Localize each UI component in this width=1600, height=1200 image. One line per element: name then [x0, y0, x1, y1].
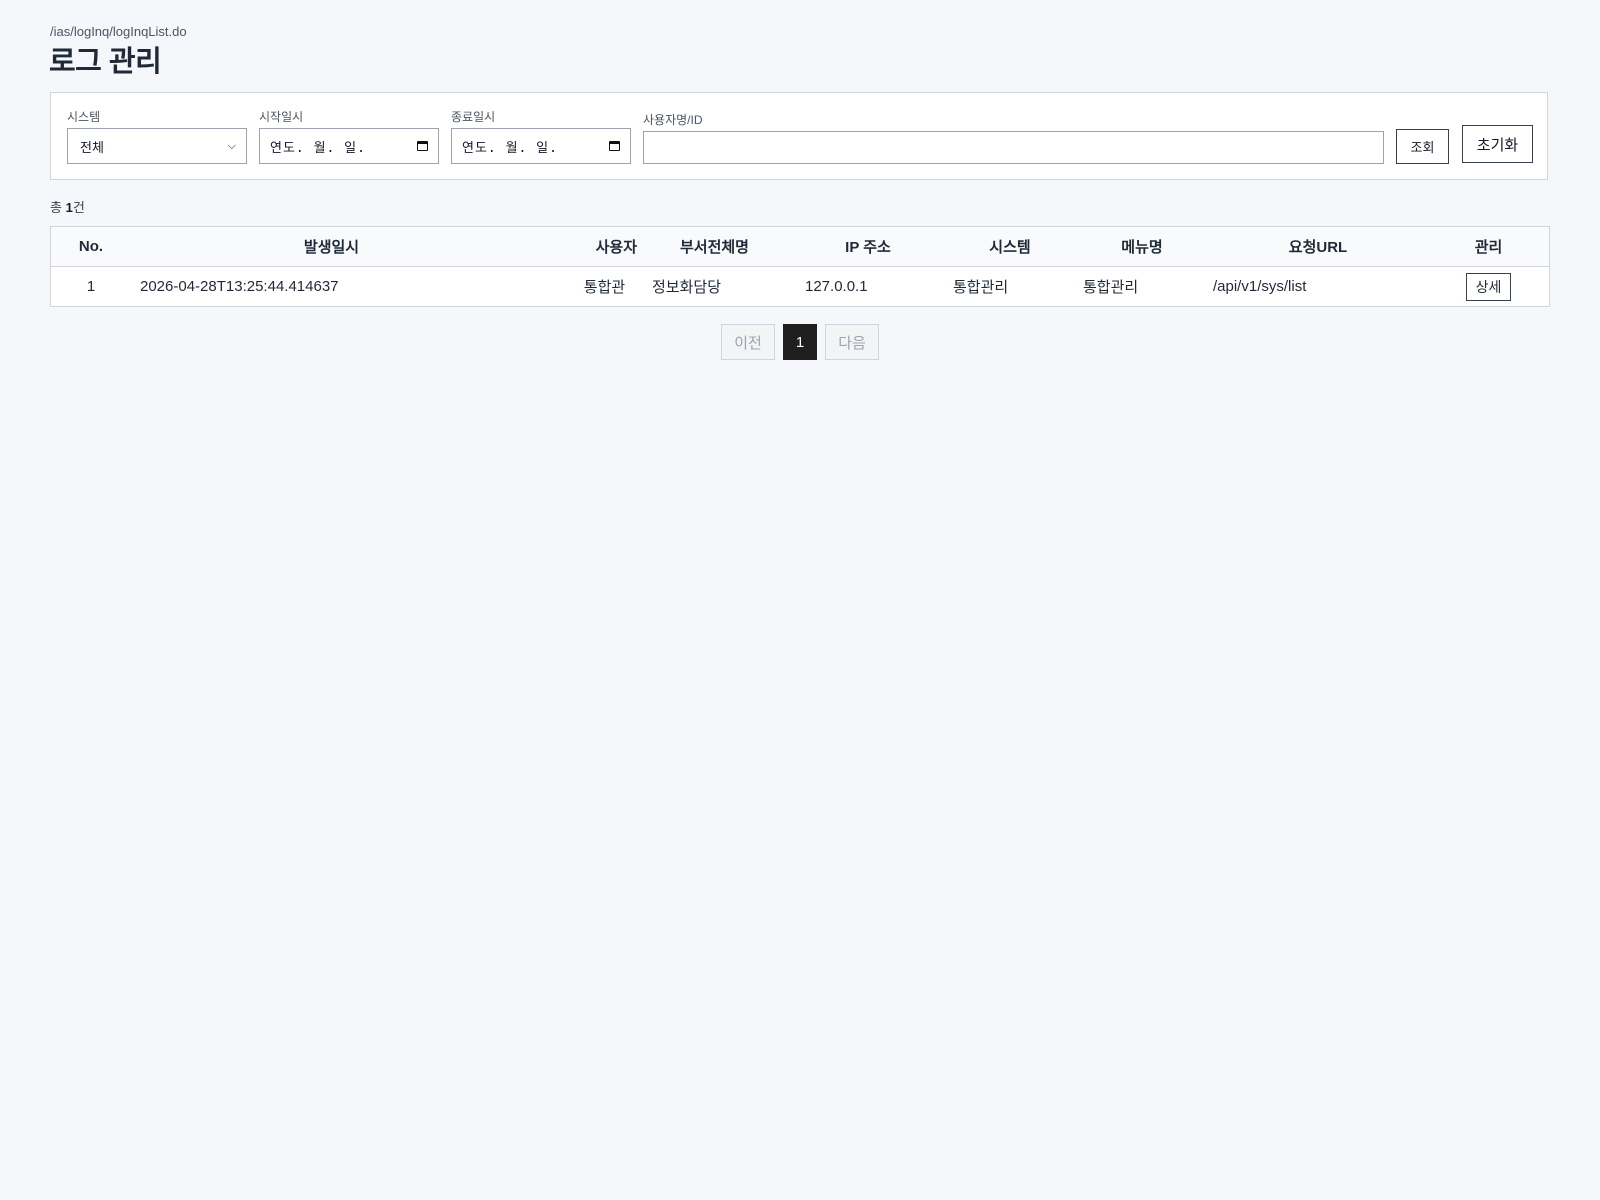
table-header-row: No. 발생일시 사용자 부서전체명 IP 주소 시스템 메뉴명 요청URL 관…: [51, 227, 1549, 267]
end-date-label: 종료일시: [451, 110, 496, 124]
user-label: 사용자명/ID: [643, 113, 703, 127]
col-header-action: 관리: [1428, 227, 1549, 267]
next-page-button[interactable]: 다음: [825, 324, 879, 360]
total-prefix: 총: [50, 200, 66, 215]
search-button[interactable]: 조회: [1396, 129, 1449, 164]
start-date-label: 시작일시: [259, 110, 304, 124]
col-header-url: 요청URL: [1208, 227, 1428, 267]
total-suffix: 건: [72, 200, 85, 215]
cell-no: 1: [86, 278, 96, 295]
cell-ip: 127.0.0.1: [805, 278, 868, 295]
cell-dept: 정보화담당: [652, 279, 722, 296]
system-select-value: 전체: [80, 139, 104, 155]
cell-action: 상세: [1428, 267, 1549, 307]
system-select[interactable]: 전체 ⌵: [67, 128, 247, 164]
total-number: 1: [65, 200, 73, 215]
pagination: 이전 1 다음: [721, 324, 879, 360]
col-header-system: 시스템: [944, 227, 1076, 267]
search-panel: 시스템 전체 ⌵ 시작일시 연도. 월. 일. 종료일시 연도. 월. 일. 사…: [50, 92, 1548, 180]
chevron-down-icon: ⌵: [227, 139, 236, 152]
table-row: 1 2026-04-28T13:25:44.414637 통합관 정보화담당 1…: [51, 267, 1549, 307]
col-header-datetime: 발생일시: [131, 227, 532, 267]
col-header-dept: 부서전체명: [637, 227, 792, 267]
log-table: No. 발생일시 사용자 부서전체명 IP 주소 시스템 메뉴명 요청URL 관…: [50, 226, 1550, 307]
total-count: 총 1건: [50, 197, 85, 216]
page-title: 로그 관리: [49, 46, 162, 78]
prev-page-button[interactable]: 이전: [721, 324, 775, 360]
cell-system: 통합관리: [953, 279, 1009, 296]
calendar-icon[interactable]: [417, 141, 428, 151]
cell-menu: 통합관리: [1083, 279, 1139, 296]
detail-button[interactable]: 상세: [1465, 272, 1512, 301]
user-search-input[interactable]: [643, 131, 1384, 164]
calendar-icon[interactable]: [609, 141, 620, 151]
end-date-value: 연도. 월. 일.: [462, 140, 558, 156]
start-date-input[interactable]: 연도. 월. 일.: [259, 128, 439, 164]
end-date-input[interactable]: 연도. 월. 일.: [451, 128, 631, 164]
col-header-no: No.: [51, 227, 131, 267]
page-path: /ias/logInq/logInqList.do: [50, 24, 187, 39]
page-button-current[interactable]: 1: [783, 324, 817, 360]
reset-button[interactable]: 초기화: [1462, 125, 1533, 163]
col-header-menu: 메뉴명: [1076, 227, 1208, 267]
cell-datetime: 2026-04-28T13:25:44.414637: [140, 278, 339, 295]
cell-url: /api/v1/sys/list: [1213, 278, 1307, 295]
col-header-ip: IP 주소: [792, 227, 944, 267]
col-header-user: 사용자: [532, 227, 637, 267]
cell-user: 통합관: [583, 279, 626, 296]
start-date-value: 연도. 월. 일.: [270, 140, 366, 156]
system-label: 시스템: [67, 110, 101, 124]
